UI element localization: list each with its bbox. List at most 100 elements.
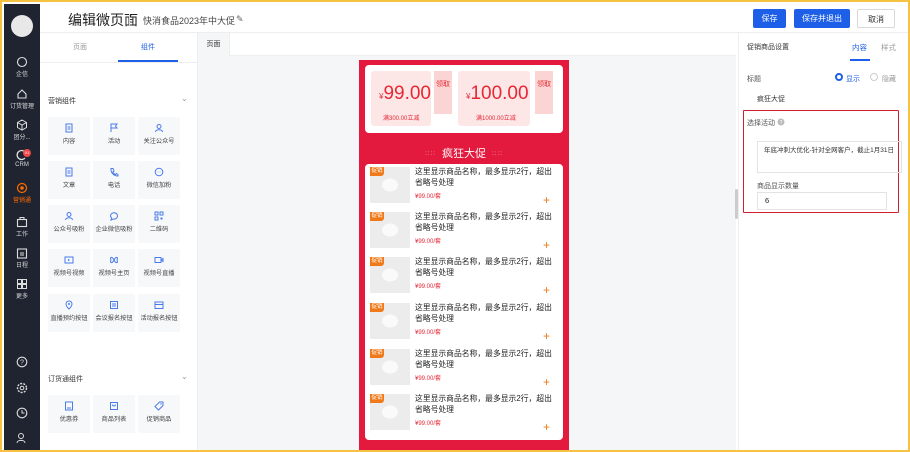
coupon-take-button[interactable]: 领取 bbox=[434, 71, 452, 114]
coupon-price: ¥100.00 bbox=[466, 83, 529, 104]
title-value[interactable]: 疯狂大促 bbox=[757, 94, 785, 104]
add-to-cart-button[interactable]: + bbox=[543, 239, 550, 251]
tab-content[interactable]: 内容 bbox=[852, 42, 867, 53]
nav-item-marketing[interactable]: 营销通 bbox=[4, 182, 40, 204]
add-to-cart-button[interactable]: + bbox=[543, 284, 550, 296]
component-wechat-add[interactable]: 微信加粉 bbox=[138, 161, 180, 199]
component-channel-video[interactable]: 视频号视频 bbox=[48, 249, 90, 287]
nav-item-more[interactable]: 更多 bbox=[4, 278, 40, 300]
avatar[interactable] bbox=[11, 15, 33, 37]
product-card[interactable]: 促销 这里显示商品名称，最多显示2行，超出省略号处理 ¥99.00/套 + bbox=[365, 391, 563, 437]
component-label: 公众号吸粉 bbox=[53, 226, 85, 233]
page-name: 快消食品2023年中大促 bbox=[143, 16, 236, 26]
settings-button[interactable] bbox=[4, 382, 40, 395]
component-follow[interactable]: 关注公众号 bbox=[138, 117, 180, 155]
history-button[interactable] bbox=[4, 407, 40, 420]
tab-page[interactable]: 页面 bbox=[73, 42, 87, 52]
tab-component[interactable]: 组件 bbox=[141, 42, 155, 52]
contacts-button[interactable] bbox=[4, 432, 40, 445]
clock-icon bbox=[16, 407, 28, 419]
chevron-down-icon[interactable]: ⌄ bbox=[181, 94, 188, 103]
help-icon: ? bbox=[16, 356, 28, 368]
cancel-button[interactable]: 取消 bbox=[857, 9, 895, 28]
svg-text:?: ? bbox=[20, 360, 24, 367]
component-product-list[interactable]: 商品列表 bbox=[93, 395, 135, 433]
component-event-signup[interactable]: 活动报名按钮 bbox=[138, 294, 180, 332]
radio-show[interactable] bbox=[835, 73, 843, 81]
component-label: 视频号视频 bbox=[53, 270, 85, 277]
nav-item-calendar[interactable]: 日程 bbox=[4, 247, 40, 269]
nav-label: 企信 bbox=[15, 72, 28, 78]
component-label: 文章 bbox=[62, 182, 76, 189]
product-card[interactable]: 促销 这里显示商品名称，最多显示2行，超出省略号处理 ¥99.00/套 + bbox=[365, 209, 563, 255]
promo-title-text: 疯狂大促 bbox=[442, 148, 486, 160]
component-content[interactable]: 内容 bbox=[48, 117, 90, 155]
save-button[interactable]: 保存 bbox=[753, 9, 786, 28]
section-order-title: 订货通组件 bbox=[48, 376, 83, 383]
chevron-down-icon[interactable]: ⌄ bbox=[181, 372, 188, 381]
coupon-card[interactable]: ¥99.00 满300.00立减 bbox=[371, 71, 431, 126]
activity-select[interactable]: 年底冲刺大优化-针对全网客户，截止1月31日 bbox=[757, 141, 902, 173]
edit-name-icon[interactable]: ✎ bbox=[236, 14, 244, 25]
info-icon: ? bbox=[777, 118, 785, 126]
component-channel-live[interactable]: 视频号直播 bbox=[138, 249, 180, 287]
count-input[interactable]: 6 bbox=[757, 192, 887, 210]
component-channel-home[interactable]: 视频号主页 bbox=[93, 249, 135, 287]
component-wecom-fans[interactable]: 企业微信吸粉 bbox=[93, 205, 135, 243]
image-placeholder-icon bbox=[382, 268, 398, 282]
product-card[interactable]: 促销 这里显示商品名称，最多显示2行，超出省略号处理 ¥99.00/套 + bbox=[365, 164, 563, 210]
add-to-cart-button[interactable]: + bbox=[543, 194, 550, 206]
component-label: 二维码 bbox=[149, 226, 169, 233]
marketing-icon bbox=[16, 182, 28, 194]
gear-icon bbox=[16, 382, 28, 394]
component-article[interactable]: 文章 bbox=[48, 161, 90, 199]
product-name: 这里显示商品名称，最多显示2行，超出省略号处理 bbox=[415, 303, 552, 323]
component-label: 活动 bbox=[107, 138, 121, 145]
component-qrcode[interactable]: 二维码 bbox=[138, 205, 180, 243]
canvas-header bbox=[198, 33, 736, 56]
person-icon bbox=[155, 124, 163, 133]
component-meeting-signup[interactable]: 会议报名按钮 bbox=[93, 294, 135, 332]
product-card[interactable]: 促销 这里显示商品名称，最多显示2行，超出省略号处理 ¥99.00/套 + bbox=[365, 346, 563, 392]
chat-icon bbox=[16, 56, 28, 68]
form-icon bbox=[110, 301, 118, 309]
product-price: ¥99.00/套 bbox=[415, 194, 442, 200]
chat-bubble-icon bbox=[109, 212, 118, 221]
nav-item-order[interactable]: 订货管理 bbox=[4, 88, 40, 110]
coupon-card[interactable]: ¥100.00 满1000.00立减 bbox=[458, 71, 530, 126]
nav-label: 更多 bbox=[15, 294, 28, 300]
nav-item-crm[interactable]: 01 CRM bbox=[4, 149, 40, 168]
promo-title: :::: 疯狂大促 :::: bbox=[359, 145, 569, 161]
notification-badge: 01 bbox=[23, 149, 31, 157]
grid-icon bbox=[17, 279, 27, 289]
briefcase-icon bbox=[16, 217, 28, 228]
tab-style[interactable]: 样式 bbox=[881, 42, 896, 53]
canvas-page-tab[interactable]: 页面 bbox=[198, 33, 230, 56]
image-placeholder-icon bbox=[382, 405, 398, 419]
component-live-reserve[interactable]: 直播预约按钮 bbox=[48, 294, 90, 332]
nav-item-qixin[interactable]: 企信 bbox=[4, 56, 40, 78]
save-exit-button[interactable]: 保存并退出 bbox=[794, 9, 850, 28]
add-to-cart-button[interactable]: + bbox=[543, 330, 550, 342]
nav-label: CRM bbox=[15, 162, 29, 168]
product-name: 这里显示商品名称，最多显示2行，超出省略号处理 bbox=[415, 257, 552, 277]
component-label: 电话 bbox=[107, 182, 121, 189]
component-activity[interactable]: 活动 bbox=[93, 117, 135, 155]
panel-tabs: 页面 组件 bbox=[40, 33, 197, 63]
radio-hide[interactable] bbox=[870, 73, 878, 81]
product-card[interactable]: 促销 这里显示商品名称，最多显示2行，超出省略号处理 ¥99.00/套 + bbox=[365, 300, 563, 346]
help-button[interactable]: ? bbox=[4, 356, 40, 369]
component-label: 直播预约按钮 bbox=[50, 315, 88, 322]
coupon-block[interactable]: ¥99.00 满300.00立减 领取 ¥100.00 满1000.00立减 领… bbox=[365, 65, 563, 133]
product-card[interactable]: 促销 这里显示商品名称，最多显示2行，超出省略号处理 ¥99.00/套 + bbox=[365, 254, 563, 300]
nav-item-group[interactable]: 团分... bbox=[4, 119, 40, 141]
house-icon bbox=[17, 89, 27, 99]
component-coupon[interactable]: 优惠券 bbox=[48, 395, 90, 433]
nav-item-work[interactable]: 工作 bbox=[4, 216, 40, 238]
component-promo-product[interactable]: 促销商品 bbox=[138, 395, 180, 433]
coupon-take-button[interactable]: 领取 bbox=[535, 71, 553, 114]
add-to-cart-button[interactable]: + bbox=[543, 421, 550, 433]
component-phone[interactable]: 电话 bbox=[93, 161, 135, 199]
component-account-fans[interactable]: 公众号吸粉 bbox=[48, 205, 90, 243]
add-to-cart-button[interactable]: + bbox=[543, 376, 550, 388]
